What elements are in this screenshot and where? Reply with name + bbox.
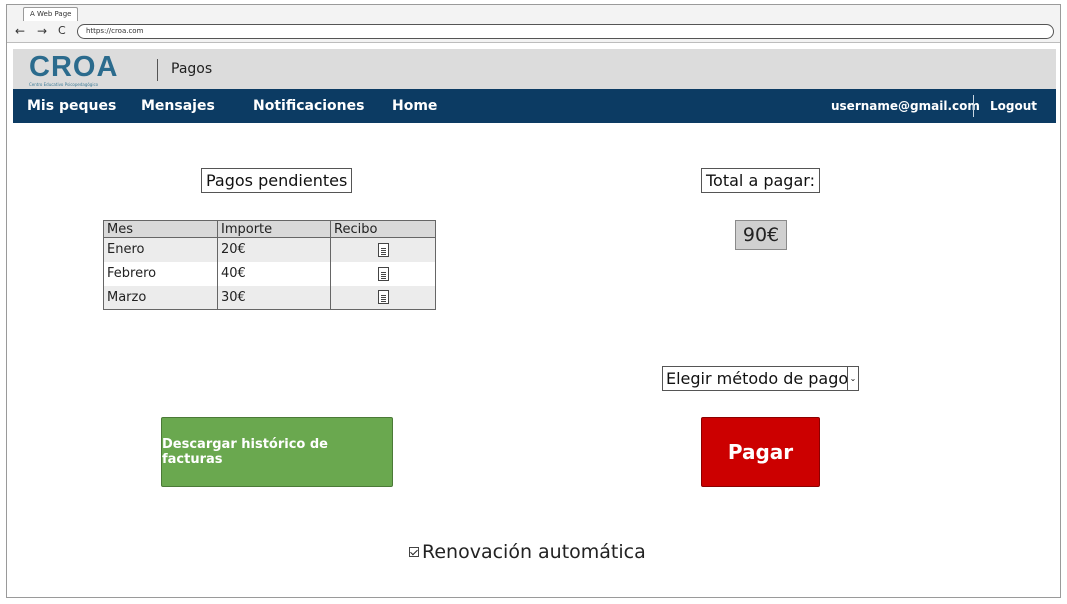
auto-renewal-checkbox[interactable]	[409, 547, 419, 557]
app-header: CROA Centro Educativo Psicopedagógico Pa…	[13, 49, 1056, 89]
page-title: Pagos	[171, 61, 213, 77]
nav-item-notificaciones[interactable]: Notificaciones	[253, 98, 364, 114]
table-header-row: Mes Importe Recibo	[103, 220, 436, 238]
header-divider	[157, 59, 158, 81]
auto-renewal-label: Renovación automática	[422, 541, 646, 563]
row-amount: 30€	[217, 285, 331, 310]
back-arrow-icon[interactable]: ←	[15, 24, 25, 38]
logout-button[interactable]: Logout	[990, 99, 1037, 113]
table-row: Enero 20€	[103, 237, 436, 262]
user-email: username@gmail.com	[831, 99, 980, 113]
payment-method-value: Elegir método de pago	[666, 369, 849, 388]
pending-payments-title: Pagos pendientes	[201, 168, 353, 193]
auto-renewal[interactable]: Renovación automática	[409, 541, 646, 563]
row-amount: 40€	[217, 261, 331, 286]
document-icon[interactable]	[377, 266, 389, 281]
row-receipt[interactable]	[330, 237, 436, 262]
logo-text: CROA	[29, 51, 119, 83]
row-receipt[interactable]	[330, 261, 436, 286]
row-receipt[interactable]	[330, 285, 436, 310]
logo-subtext: Centro Educativo Psicopedagógico	[29, 82, 99, 87]
table-row: Marzo 30€	[103, 285, 436, 310]
browser-window: A Web Page ← → C https://croa.com CROA C…	[6, 4, 1061, 598]
nav-item-mensajes[interactable]: Mensajes	[141, 98, 215, 114]
pending-payments-table: Mes Importe Recibo Enero 20€ Febrero 40€…	[103, 220, 436, 310]
row-month: Marzo	[103, 285, 218, 310]
nav-divider	[973, 95, 974, 117]
document-icon[interactable]	[377, 290, 389, 305]
row-amount: 20€	[217, 237, 331, 262]
table-row: Febrero 40€	[103, 261, 436, 286]
total-to-pay-label: Total a pagar:	[701, 168, 820, 193]
url-bar[interactable]: https://croa.com	[77, 24, 1054, 39]
total-amount: 90€	[735, 220, 787, 250]
nav-item-home[interactable]: Home	[392, 98, 437, 114]
column-header-recibo: Recibo	[330, 220, 436, 238]
row-month: Febrero	[103, 261, 218, 286]
browser-chrome: A Web Page ← → C https://croa.com	[7, 5, 1060, 43]
column-header-mes: Mes	[103, 220, 218, 238]
pay-button[interactable]: Pagar	[701, 417, 820, 487]
row-month: Enero	[103, 237, 218, 262]
reload-icon[interactable]: C	[58, 24, 66, 38]
document-icon[interactable]	[377, 242, 389, 257]
forward-arrow-icon[interactable]: →	[37, 24, 47, 38]
main-navbar: Mis peques Mensajes Notificaciones Home …	[13, 89, 1056, 123]
chevron-down-icon[interactable]: ⌄	[847, 367, 858, 390]
browser-tab[interactable]: A Web Page	[23, 7, 79, 21]
croa-logo[interactable]: CROA Centro Educativo Psicopedagógico	[29, 51, 139, 87]
payment-method-select[interactable]: Elegir método de pago ⌄	[662, 366, 859, 391]
download-invoice-history-button[interactable]: Descargar histórico de facturas	[161, 417, 393, 487]
nav-item-mis-peques[interactable]: Mis peques	[27, 98, 116, 114]
column-header-importe: Importe	[217, 220, 331, 238]
